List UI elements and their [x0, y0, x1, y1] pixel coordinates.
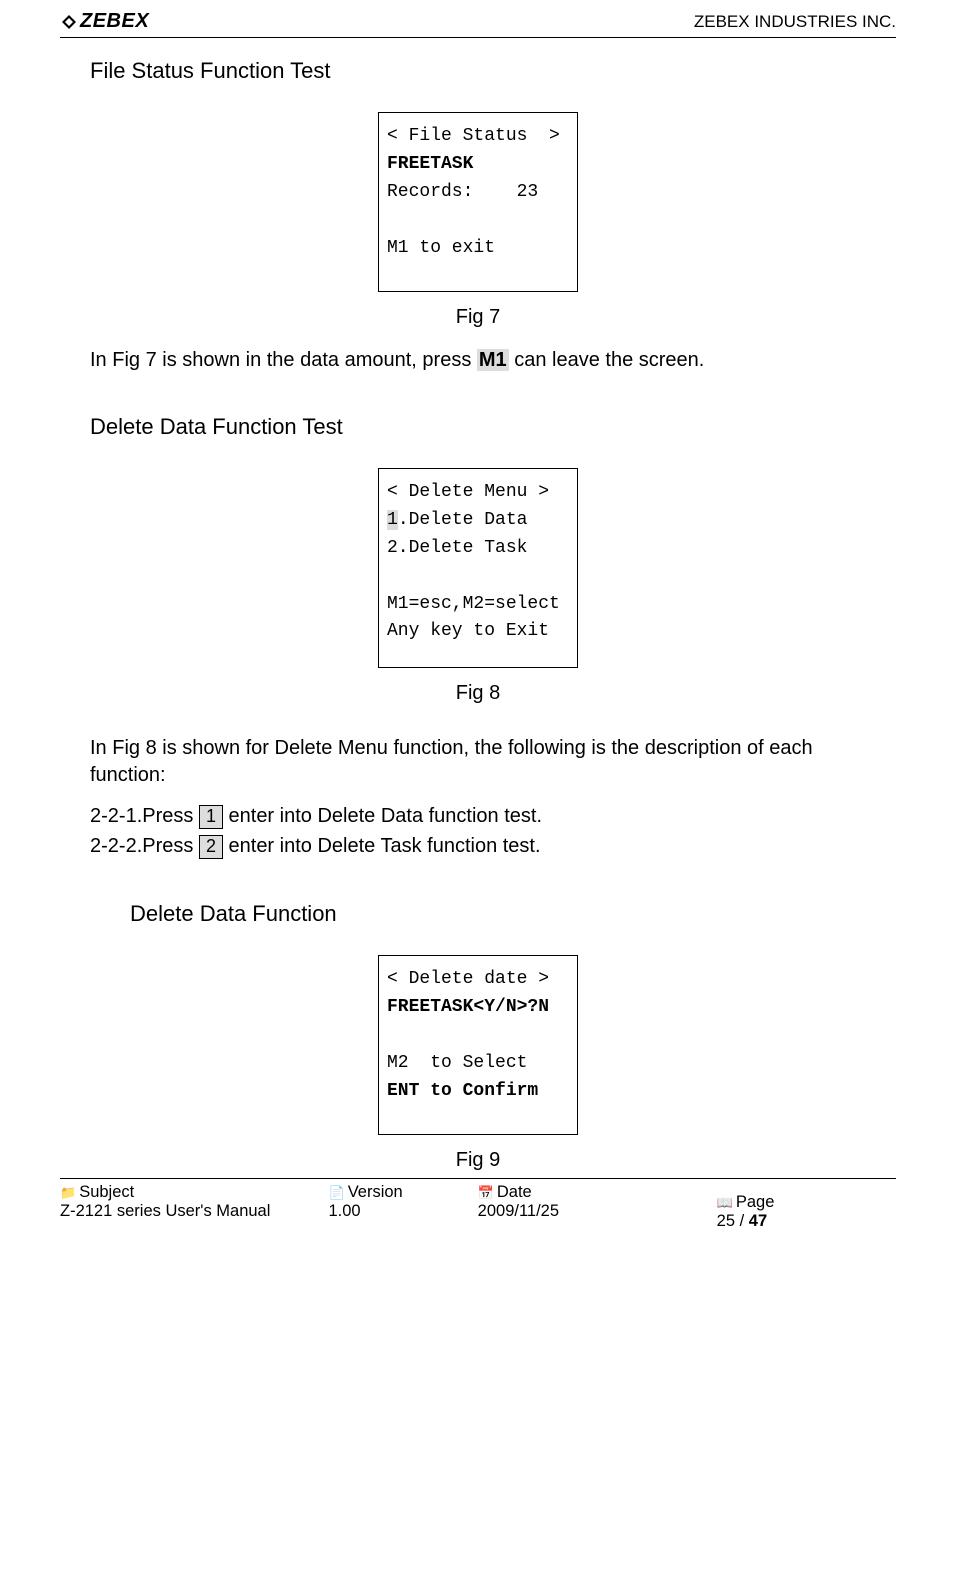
lcd-line: M1 to exit	[387, 238, 495, 258]
company-name: ZEBEX INDUSTRIES INC.	[694, 12, 896, 32]
key-2: 2	[199, 835, 223, 859]
section-title-file-status: File Status Function Test	[90, 58, 866, 84]
step-2: 2-2-2.Press 2 enter into Delete Task fun…	[90, 831, 866, 861]
text-run: 2-2-2.Press	[90, 835, 199, 857]
key-m1: M1	[477, 349, 509, 371]
footer-value: 1.00	[329, 1202, 478, 1221]
lcd-screen-fig8: < Delete Menu > 1.Delete Data 2.Delete T…	[378, 468, 578, 668]
section-title-delete-data-test: Delete Data Function Test	[90, 414, 866, 440]
lcd-screen-fig7: < File Status > FREETASK Records: 23 M1 …	[378, 112, 578, 292]
logo-text: ZEBEX	[80, 10, 149, 33]
lcd-line: FREETASK	[387, 154, 473, 174]
text-run: 2-2-1.Press	[90, 805, 199, 827]
footer-page: 📖Page 25 / 47	[657, 1183, 896, 1231]
paragraph-fig8-desc: In Fig 8 is shown for Delete Menu functi…	[90, 735, 866, 789]
text-run: enter into Delete Data function test.	[223, 805, 542, 827]
figure-label: Fig 7	[90, 306, 866, 329]
lcd-screen-fig9: < Delete date > FREETASK<Y/N>?N M2 to Se…	[378, 955, 578, 1135]
lcd-highlight: 1	[387, 510, 398, 530]
lcd-line: Any key to Exit	[387, 621, 549, 641]
text-run: can leave the screen.	[509, 349, 705, 371]
footer-label-text: Date	[497, 1183, 532, 1202]
document-icon: 📄	[329, 1185, 345, 1201]
logo: ZEBEX	[60, 10, 149, 33]
book-icon: 📖	[717, 1195, 733, 1211]
step-1: 2-2-1.Press 1 enter into Delete Data fun…	[90, 801, 866, 831]
footer-version: 📄Version 1.00	[329, 1183, 478, 1231]
calendar-icon: 📅	[478, 1185, 494, 1201]
lcd-line: < Delete date >	[387, 969, 549, 989]
folder-icon: 📁	[60, 1185, 76, 1201]
page-footer: 📁Subject Z-2121 series User's Manual 📄Ve…	[60, 1178, 896, 1231]
text-run: In Fig 7 is shown in the data amount, pr…	[90, 349, 477, 371]
lcd-line: 2.Delete Task	[387, 538, 527, 558]
logo-mark-icon	[60, 13, 78, 31]
text-run: enter into Delete Task function test.	[223, 835, 541, 857]
lcd-line: ENT to Confirm	[387, 1081, 538, 1101]
footer-page-value: 25 / 47	[717, 1212, 836, 1231]
lcd-line: M2 to Select	[387, 1053, 527, 1073]
footer-value: Z-2121 series User's Manual	[60, 1202, 329, 1221]
lcd-line: < Delete Menu >	[387, 482, 549, 502]
lcd-line: Records: 23	[387, 182, 538, 202]
page-content: File Status Function Test < File Status …	[60, 58, 896, 1172]
footer-value: 2009/11/25	[478, 1202, 657, 1221]
page-current: 25	[717, 1212, 735, 1230]
page-header: ZEBEX ZEBEX INDUSTRIES INC.	[60, 10, 896, 38]
footer-label-text: Subject	[79, 1183, 134, 1202]
lcd-line: < File Status >	[387, 126, 560, 146]
lcd-line: FREETASK<Y/N>?N	[387, 997, 549, 1017]
footer-label-text: Version	[348, 1183, 403, 1202]
section-title-delete-data-func: Delete Data Function	[130, 901, 866, 927]
page-sep: /	[735, 1212, 749, 1230]
paragraph-fig7-desc: In Fig 7 is shown in the data amount, pr…	[90, 347, 866, 374]
figure-label: Fig 8	[90, 682, 866, 705]
footer-subject: 📁Subject Z-2121 series User's Manual	[60, 1183, 329, 1231]
lcd-line: M1=esc,M2=select	[387, 594, 560, 614]
key-1: 1	[199, 805, 223, 829]
footer-date: 📅Date 2009/11/25	[478, 1183, 657, 1231]
footer-label-text: Page	[736, 1193, 775, 1212]
lcd-line: .Delete Data	[398, 510, 528, 530]
figure-label: Fig 9	[90, 1149, 866, 1172]
page-total: 47	[749, 1212, 767, 1230]
